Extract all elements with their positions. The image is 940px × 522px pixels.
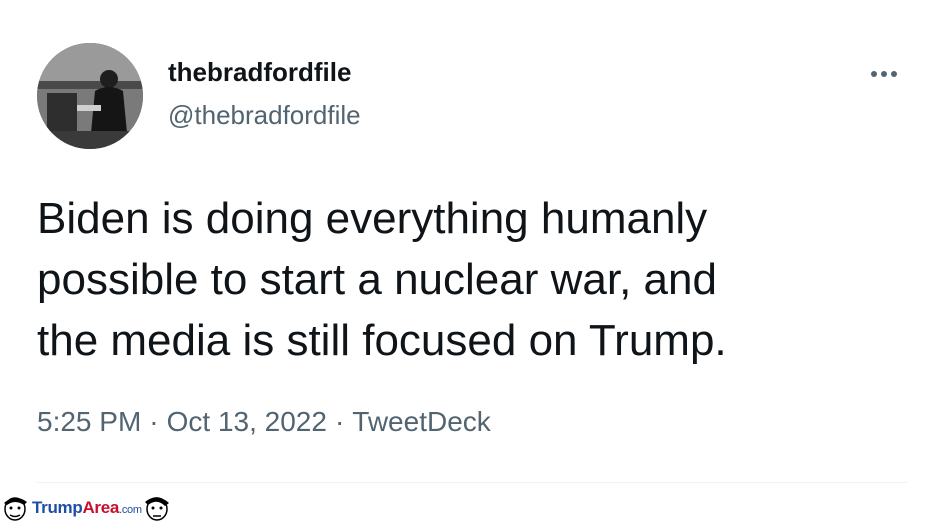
meta-separator: · [149, 406, 159, 437]
caricature-face-icon [144, 497, 169, 521]
divider [37, 482, 907, 483]
tweet-source[interactable]: TweetDeck [352, 406, 491, 437]
tweet-date[interactable]: Oct 13, 2022 [167, 406, 327, 437]
tweet-text: Biden is doing everything humanly possib… [37, 194, 727, 365]
watermark-logo: TrumpArea.com [0, 493, 172, 522]
tweet-time[interactable]: 5:25 PM [37, 406, 141, 437]
tweet-metadata: 5:25 PM · Oct 13, 2022 · TweetDeck [37, 406, 491, 438]
avatar[interactable] [37, 43, 143, 149]
watermark-text: TrumpArea.com [32, 497, 142, 517]
user-handle[interactable]: @thebradfordfile [168, 100, 361, 131]
avatar-image [37, 43, 143, 149]
more-horizontal-icon [871, 71, 877, 77]
more-horizontal-icon [881, 71, 887, 77]
more-horizontal-icon [891, 71, 897, 77]
display-name[interactable]: thebradfordfile [168, 57, 351, 88]
more-options-button[interactable] [862, 60, 906, 88]
meta-separator: · [334, 406, 345, 437]
caricature-face-icon [4, 497, 27, 521]
